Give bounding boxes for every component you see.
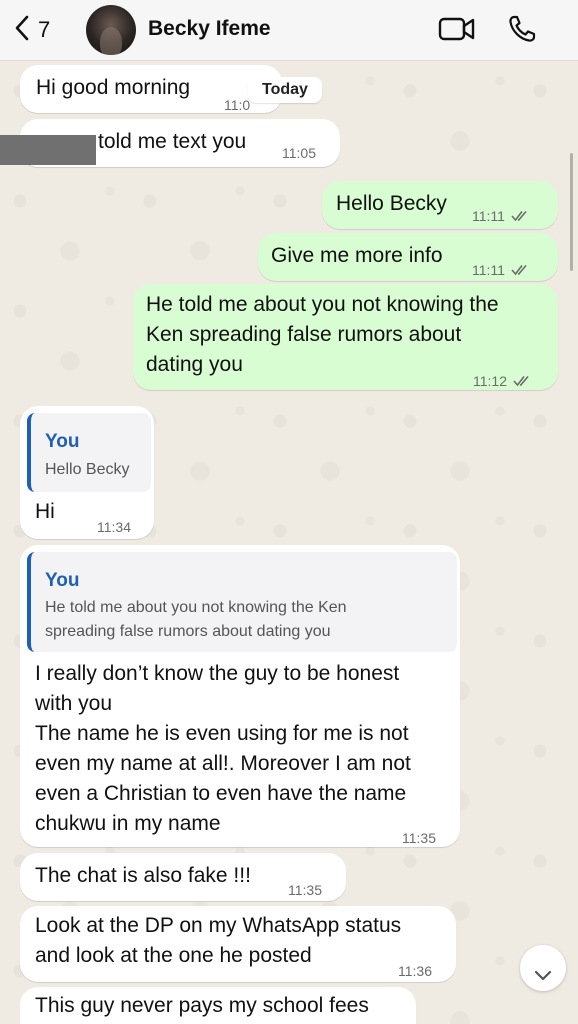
message-incoming[interactable]: Hi good morning 11:0 (20, 65, 282, 113)
quote-author: You (45, 570, 80, 591)
message-text: told me text you (98, 130, 247, 153)
message-time: 11:05 (282, 145, 316, 161)
message-line: Look at the DP on my WhatsApp status (35, 914, 402, 937)
chat-area[interactable]: Today Hi good morning 11:0 told me text … (0, 61, 578, 1024)
quote-author: You (45, 431, 80, 452)
message-incoming[interactable]: You Hello Becky Hi 11:34 (20, 406, 154, 539)
quoted-reply[interactable]: You Hello Becky (27, 413, 151, 492)
contact-name[interactable]: Becky Ifeme (148, 17, 271, 41)
message-line: I really don’t know the guy to be honest (35, 662, 400, 685)
quoted-reply[interactable]: You He told me about you not knowing the… (27, 552, 457, 652)
message-line: The name he is even using for me is not (35, 722, 409, 745)
date-pill: Today (248, 77, 322, 103)
message-incoming[interactable]: Look at the DP on my WhatsApp status and… (20, 906, 456, 982)
message-outgoing[interactable]: Give me more info 11:11 (258, 233, 558, 281)
message-meta: 11:11 (472, 201, 531, 232)
message-incoming[interactable]: You He told me about you not knowing the… (20, 545, 460, 847)
message-time: 11:12 (473, 373, 507, 389)
scroll-to-bottom-button[interactable] (520, 945, 566, 991)
quote-text-line: He told me about you not knowing the Ken (45, 599, 347, 616)
message-time: 11:34 (97, 519, 131, 535)
message-outgoing[interactable]: Hello Becky 11:11 (322, 181, 558, 229)
message-line: and look at the one he posted (35, 944, 312, 967)
message-line: even a Christian to even have the name (35, 782, 407, 805)
scrollbar[interactable] (570, 153, 573, 271)
message-time: 11:35 (288, 882, 322, 898)
redacted-name (0, 135, 96, 165)
message-time: 11:35 (402, 830, 436, 846)
message-meta: 11:11 (472, 255, 531, 286)
back-button[interactable]: 7 (14, 12, 50, 48)
avatar[interactable] (86, 5, 136, 55)
phone-icon[interactable] (507, 14, 537, 49)
message-meta: 11:12 (473, 366, 533, 397)
message-line: even my name at all!. Moreover I am not (35, 752, 411, 775)
video-camera-icon[interactable] (438, 14, 476, 49)
double-check-icon (511, 202, 531, 232)
double-check-icon (513, 367, 533, 397)
message-outgoing[interactable]: He told me about you not knowing the Ken… (133, 284, 558, 390)
message-incoming[interactable]: This guy never pays my school fees (20, 987, 416, 1024)
message-incoming[interactable]: The chat is also fake !!! 11:35 (20, 853, 346, 901)
message-line: with you (35, 692, 113, 715)
message-time: 11:11 (472, 208, 505, 224)
message-text: Hello Becky (336, 192, 447, 215)
message-text: The chat is also fake !!! (35, 864, 251, 887)
message-text: Hi (35, 500, 55, 523)
message-time: 11:11 (472, 262, 505, 278)
message-line: dating you (146, 353, 243, 376)
message-time: 11:36 (398, 963, 432, 979)
message-text: Hi good morning (36, 76, 191, 99)
message-text: Give me more info (271, 244, 443, 267)
quote-text-line: spreading false rumors about dating you (45, 623, 331, 640)
message-time: 11:0 (224, 97, 251, 113)
message-line: Ken spreading false rumors about (146, 323, 462, 346)
chat-header: 7 Becky Ifeme (0, 0, 578, 61)
message-text: This guy never pays my school fees (35, 994, 369, 1017)
chevron-down-icon (534, 969, 552, 987)
quote-text: Hello Becky (45, 461, 130, 478)
message-line: chukwu in my name (35, 812, 221, 835)
message-line: He told me about you not knowing the (146, 293, 499, 316)
unread-count: 7 (38, 17, 51, 42)
chevron-left-icon (14, 15, 30, 46)
double-check-icon (511, 256, 531, 286)
